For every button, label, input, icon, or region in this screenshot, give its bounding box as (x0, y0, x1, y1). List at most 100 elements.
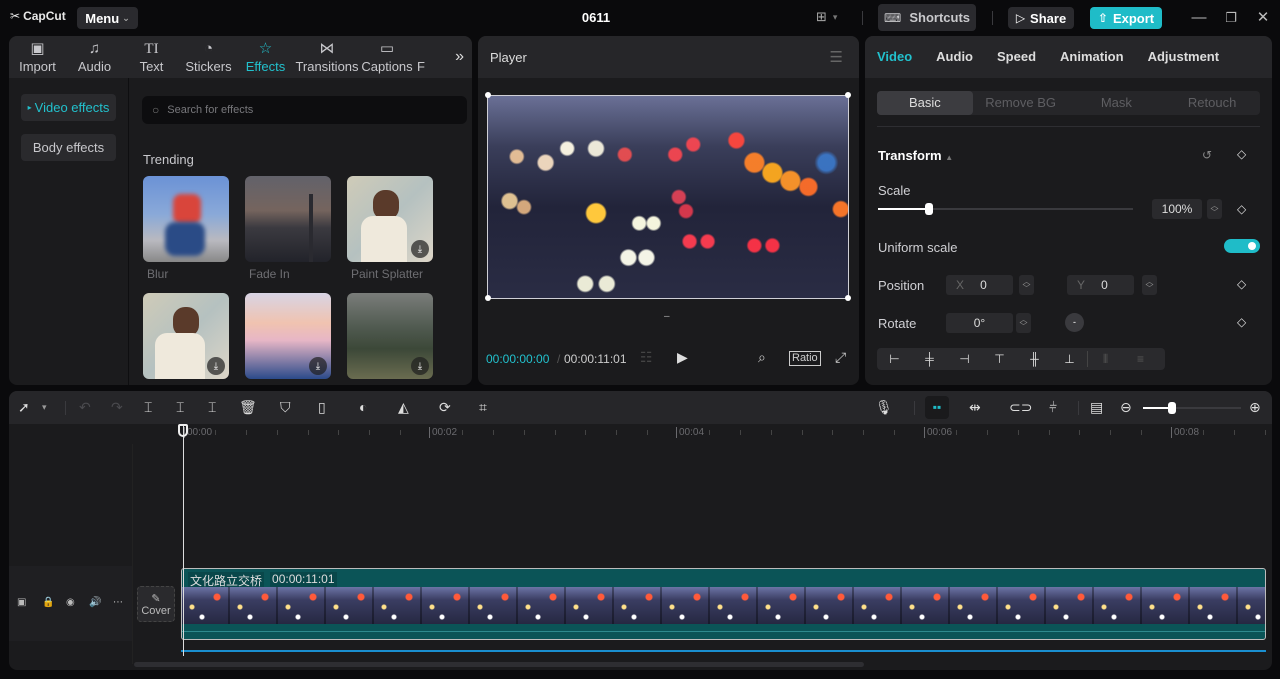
reverse-icon[interactable]: ◐ (359, 399, 367, 415)
subtab-basic[interactable]: Basic (877, 91, 973, 115)
search-box[interactable]: ○ (142, 96, 467, 124)
marker-icon[interactable]: ⛉ (280, 399, 291, 415)
align-center-vertical-icon[interactable]: ╫ (1017, 352, 1052, 366)
tab-animation[interactable]: Animation (1048, 36, 1136, 78)
position-x-stepper[interactable]: ︿ ﹀ (1019, 275, 1034, 295)
resize-handle[interactable] (485, 295, 491, 301)
rotate-dial[interactable]: - (1065, 313, 1084, 332)
eye-icon[interactable]: ◉ (66, 597, 75, 608)
effect-thumbnail-blur[interactable] (143, 176, 229, 262)
transform-section[interactable]: Transform ▲ (878, 148, 953, 163)
timeline-grid-icon[interactable]: ☷ (640, 349, 653, 366)
align-top-icon[interactable]: ⊤ (982, 352, 1017, 366)
sidebar-item-body-effects[interactable]: Body effects (21, 134, 116, 161)
keyframe-icon[interactable]: ◇ (1237, 277, 1246, 291)
keyframe-icon[interactable]: ◇ (1237, 147, 1246, 161)
video-clip[interactable]: 文化路立交桥 00:00:11:01 (181, 568, 1266, 640)
position-y-input[interactable]: Y 0 (1067, 275, 1134, 295)
effect-thumbnail-paint-splatter[interactable]: ⤓ (347, 176, 433, 262)
scale-stepper[interactable]: ︿ ﹀ (1207, 199, 1222, 219)
effect-thumbnail-fade-in[interactable] (245, 176, 331, 262)
rotate-icon[interactable]: ⟳ (439, 399, 451, 415)
rotate-stepper[interactable]: ︿ ﹀ (1016, 313, 1031, 333)
download-icon[interactable]: ⤓ (411, 240, 429, 258)
uniform-scale-toggle[interactable] (1224, 239, 1260, 253)
timeline-zoom-slider[interactable] (1143, 402, 1241, 414)
tab-filters[interactable]: F (414, 36, 428, 78)
playhead-handle[interactable] (178, 424, 188, 437)
more-tabs-icon[interactable]: » (455, 48, 464, 66)
share-button[interactable]: ▷ Share (1008, 7, 1074, 29)
effect-thumbnail[interactable]: ⤓ (347, 293, 433, 379)
fullscreen-icon[interactable]: ⤢ (835, 349, 846, 366)
subtab-remove-bg[interactable]: Remove BG (973, 91, 1069, 115)
lock-icon[interactable]: 🔒 (42, 597, 54, 608)
menu-button[interactable]: Menu ⌄ (77, 7, 138, 29)
ratio-button[interactable]: Ratio (789, 351, 821, 366)
scale-slider-thumb[interactable] (925, 203, 933, 215)
auto-snap-icon[interactable]: ⇹ (969, 399, 981, 415)
hamburger-menu-icon[interactable]: ☰ (830, 48, 843, 66)
playhead[interactable] (183, 426, 184, 656)
tab-speed[interactable]: Speed (985, 36, 1048, 78)
resize-handle[interactable] (845, 92, 851, 98)
restore-icon[interactable]: ❐ (1221, 8, 1241, 28)
tab-adjustment[interactable]: Adjustment (1136, 36, 1232, 78)
rotate-handle[interactable]: – (664, 311, 670, 322)
distribute-vertical-icon[interactable]: ≡ (1123, 352, 1158, 366)
split-right-icon[interactable]: ⌶ (208, 399, 216, 415)
split-preview-icon[interactable]: ⫩ (1049, 399, 1057, 415)
reset-icon[interactable]: ↺ (1202, 148, 1212, 162)
track-video-icon[interactable]: ▣ (17, 597, 26, 608)
zoom-out-icon[interactable]: ⊖ (1120, 399, 1132, 415)
download-icon[interactable]: ⤓ (207, 357, 225, 375)
video-preview[interactable] (487, 95, 849, 299)
distribute-horizontal-icon[interactable]: ⫴ (1088, 352, 1123, 367)
close-icon[interactable]: ✕ (1253, 8, 1273, 28)
split-left-icon[interactable]: ⌶ (176, 399, 184, 415)
position-y-stepper[interactable]: ︿ ﹀ (1142, 275, 1157, 295)
chevron-down-icon[interactable]: ▾ (42, 399, 47, 415)
tab-transitions[interactable]: ⋈ Transitions (294, 36, 360, 78)
tab-text[interactable]: TI Text (123, 36, 180, 78)
scale-input[interactable]: 100% (1152, 199, 1202, 219)
tab-video[interactable]: Video (865, 36, 924, 78)
effect-thumbnail[interactable]: ⤓ (245, 293, 331, 379)
split-icon[interactable]: ⌶ (144, 399, 152, 415)
keyframe-icon[interactable]: ◇ (1237, 202, 1246, 216)
timeline-ruler[interactable]: 00:00 00:02 00:04 00:06 00:08 (9, 424, 1272, 444)
align-left-icon[interactable]: ⊢ (877, 352, 912, 366)
layout-button[interactable]: ⊞ ▾ (816, 9, 837, 25)
tab-effects[interactable]: ☆ Effects (237, 36, 294, 78)
tab-audio[interactable]: ♫ Audio (66, 36, 123, 78)
effect-thumbnail[interactable]: ⤓ (143, 293, 229, 379)
resize-handle[interactable] (485, 92, 491, 98)
rotate-input[interactable]: 0° (946, 313, 1013, 333)
tab-import[interactable]: ▣ Import (9, 36, 66, 78)
zoom-in-icon[interactable]: ⊕ (1249, 399, 1261, 415)
volume-icon[interactable]: 🔊 (89, 597, 101, 608)
undo-icon[interactable]: ↶ (79, 399, 91, 415)
keyframe-icon[interactable]: ◇ (1237, 315, 1246, 329)
subtab-retouch[interactable]: Retouch (1164, 91, 1260, 115)
search-input[interactable] (167, 104, 448, 116)
play-icon[interactable]: ▶ (677, 349, 688, 366)
crop-icon[interactable]: ⌗ (479, 399, 487, 415)
zoom-slider-thumb[interactable] (1168, 402, 1177, 414)
main-track-magnet-icon[interactable]: ▪▪ (925, 396, 949, 419)
select-cursor-icon[interactable]: ➚ (18, 399, 30, 415)
minimize-icon[interactable]: — (1189, 8, 1209, 28)
tab-captions[interactable]: ▭ Captions (360, 36, 414, 78)
shortcuts-button[interactable]: ⌨ Shortcuts (878, 4, 976, 31)
zoom-to-fit-icon[interactable]: ▤ (1090, 399, 1103, 415)
subtab-mask[interactable]: Mask (1069, 91, 1165, 115)
download-icon[interactable]: ⤓ (309, 357, 327, 375)
freeze-frame-icon[interactable]: ▯ (318, 399, 326, 415)
mirror-icon[interactable]: ◭ (398, 399, 409, 415)
link-icon[interactable]: ⊂⊃ (1009, 399, 1032, 415)
more-options-icon[interactable]: ⋯ (113, 597, 123, 608)
sidebar-item-video-effects[interactable]: ▸ Video effects (21, 94, 116, 121)
horizontal-scrollbar[interactable] (134, 662, 864, 667)
align-center-horizontal-icon[interactable]: ╪ (912, 352, 947, 366)
redo-icon[interactable]: ↷ (111, 399, 123, 415)
